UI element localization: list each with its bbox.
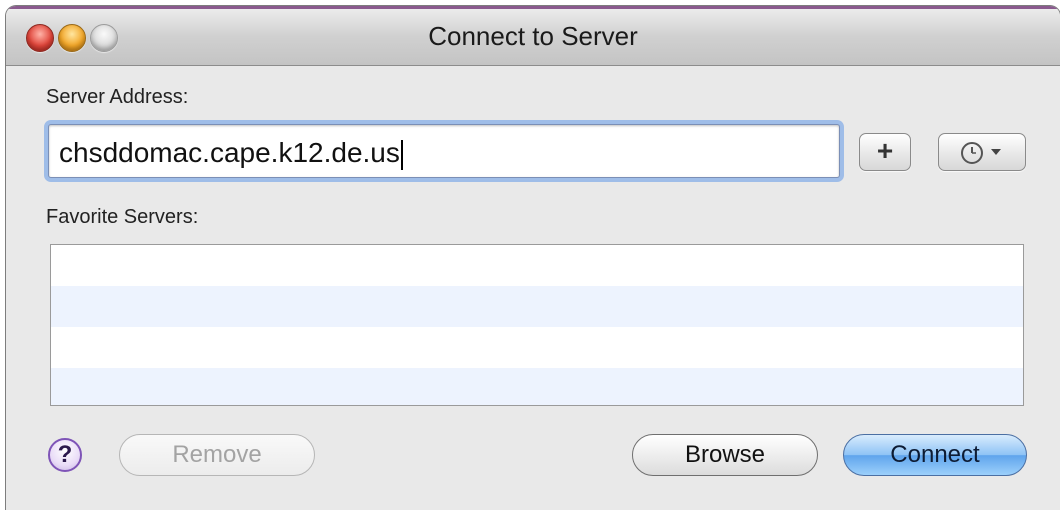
list-row [51, 327, 1023, 368]
connect-button[interactable]: Connect [843, 434, 1027, 476]
list-row [51, 245, 1023, 286]
remove-button[interactable]: Remove [119, 434, 315, 476]
browse-button[interactable]: Browse [632, 434, 818, 476]
server-address-input[interactable]: chsddomac.cape.k12.de.us [48, 124, 840, 178]
connect-to-server-window: Connect to Server Server Address: chsddo… [6, 6, 1060, 510]
title-bar: Connect to Server [6, 6, 1060, 66]
add-favorite-button[interactable]: + [859, 133, 911, 171]
server-address-label: Server Address: [46, 86, 189, 108]
text-caret [400, 139, 403, 170]
clock-icon [961, 142, 1001, 164]
server-address-value: chsddomac.cape.k12.de.us [59, 137, 400, 168]
favorite-servers-list[interactable] [50, 244, 1024, 406]
chevron-down-icon [991, 149, 1001, 155]
recent-servers-button[interactable] [938, 133, 1026, 171]
list-row [51, 286, 1023, 327]
list-row [51, 368, 1023, 405]
window-title: Connect to Server [428, 21, 638, 51]
help-button[interactable]: ? [48, 438, 82, 472]
favorite-servers-label: Favorite Servers: [46, 206, 199, 228]
